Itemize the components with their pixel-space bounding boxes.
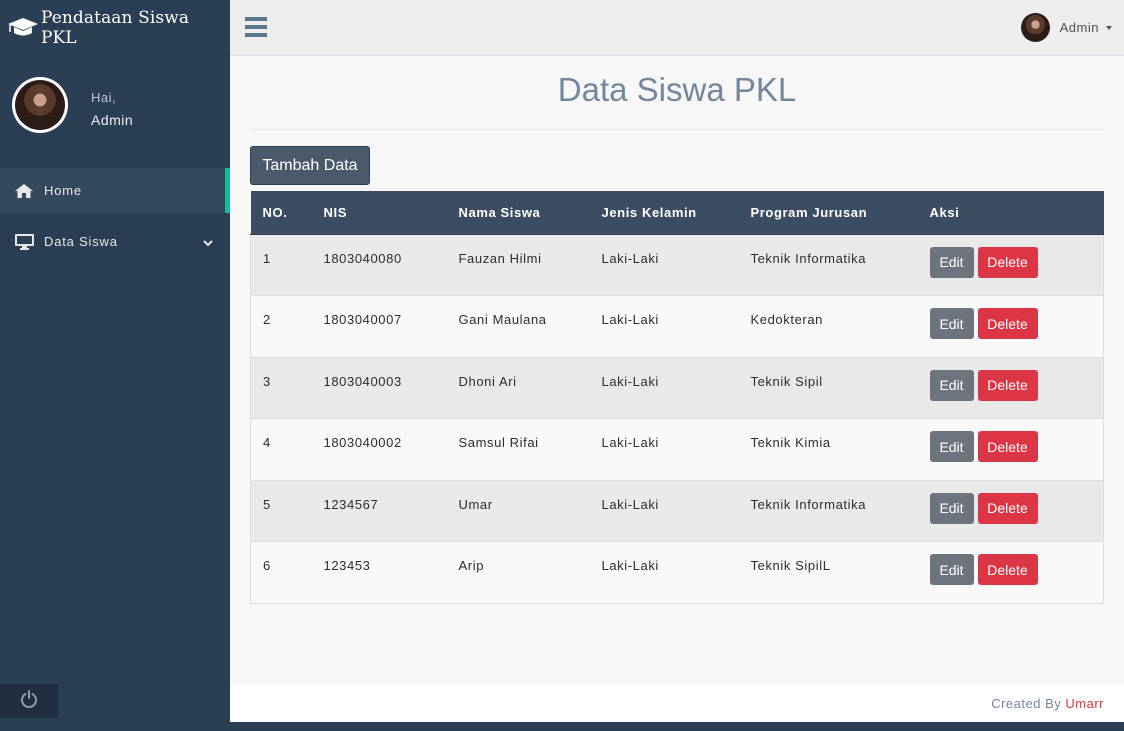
footer-prefix: Created By bbox=[991, 696, 1062, 711]
footer-credit: Created By Umarr bbox=[991, 696, 1104, 711]
user-name: Admin bbox=[1059, 20, 1099, 35]
cell-nama: Umar bbox=[458, 496, 493, 512]
column-header: NO. bbox=[250, 191, 312, 235]
cell-no: 3 bbox=[263, 373, 271, 389]
edit-button[interactable]: Edit bbox=[929, 246, 974, 278]
cell-actions: Edit Delete bbox=[918, 357, 1104, 419]
column-header: NIS bbox=[311, 191, 447, 235]
cell-actions: Edit Delete bbox=[918, 419, 1104, 481]
cell-jurusan: Teknik Kimia bbox=[750, 435, 831, 450]
column-header: Aksi bbox=[917, 191, 1104, 235]
edit-button[interactable]: Edit bbox=[929, 308, 974, 339]
cell-no: 4 bbox=[263, 435, 271, 450]
cell-no: 5 bbox=[263, 496, 271, 512]
caret-down-icon bbox=[1106, 25, 1112, 30]
edit-button[interactable]: Edit bbox=[929, 369, 974, 401]
sidebar-item-home[interactable]: Home bbox=[0, 168, 230, 213]
menu-toggle-icon[interactable] bbox=[245, 17, 267, 37]
logout-button[interactable] bbox=[0, 684, 58, 718]
cell-nama: Dhoni Ari bbox=[458, 373, 517, 389]
sidebar-item-label: Data Siswa bbox=[44, 234, 118, 249]
cell-actions: Edit Delete bbox=[918, 542, 1104, 604]
table-header-row: NO. NIS Nama Siswa Jenis Kelamin Program… bbox=[250, 191, 1104, 235]
app-title: Pendataan Siswa PKL bbox=[40, 8, 190, 48]
cell-no: 1 bbox=[263, 250, 271, 266]
cell-jurusan: Teknik Informatika bbox=[750, 250, 867, 266]
brand[interactable]: Pendataan Siswa PKL bbox=[0, 0, 230, 56]
cell-nis: 1803040080 bbox=[323, 250, 402, 266]
delete-button[interactable]: Delete bbox=[977, 492, 1038, 524]
column-header: Nama Siswa bbox=[446, 191, 590, 235]
column-header: Program Jurusan bbox=[738, 191, 918, 235]
main-content: Data Siswa PKL Tambah Data NO. NIS Nama … bbox=[230, 56, 1124, 683]
cell-nis: 1803040007 bbox=[323, 312, 402, 327]
cell-actions: Edit Delete bbox=[918, 234, 1104, 296]
cell-no: 6 bbox=[263, 558, 271, 573]
cell-nama: Fauzan Hilmi bbox=[458, 250, 542, 266]
page-title: Data Siswa PKL bbox=[557, 71, 797, 108]
delete-button[interactable]: Delete bbox=[977, 369, 1038, 401]
delete-button[interactable]: Delete bbox=[977, 308, 1038, 339]
table-body: 1 1803040080 Fauzan Hilmi Laki-Laki Teknik I… bbox=[250, 234, 1104, 604]
delete-button[interactable]: Delete bbox=[977, 246, 1038, 278]
desktop-icon bbox=[15, 233, 35, 250]
add-data-button[interactable]: Tambah Data bbox=[250, 146, 370, 185]
edit-button[interactable]: Edit bbox=[929, 554, 974, 585]
avatar bbox=[12, 77, 68, 133]
delete-button[interactable]: Delete bbox=[977, 431, 1038, 462]
user-menu[interactable]: Admin bbox=[1020, 13, 1112, 42]
cell-jk: Laki-Laki bbox=[601, 496, 659, 512]
greeting-text: Hai, bbox=[91, 90, 117, 105]
cell-jurusan: Teknik Informatika bbox=[750, 496, 867, 512]
edit-button[interactable]: Edit bbox=[929, 431, 974, 462]
top-navbar: Admin bbox=[230, 0, 1124, 56]
table-row: 5 1234567 Umar Laki-Laki Teknik Informatika E… bbox=[250, 480, 1104, 542]
cell-actions: Edit Delete bbox=[918, 296, 1104, 358]
table-row: 4 1803040002 Samsul Rifai Laki-Laki Teknik K… bbox=[250, 418, 1104, 481]
cell-nis: 123453 bbox=[323, 558, 371, 573]
column-header: Jenis Kelamin bbox=[589, 191, 739, 235]
home-icon bbox=[15, 183, 35, 199]
sidebar-item-label: Home bbox=[44, 183, 82, 198]
cell-actions: Edit Delete bbox=[918, 480, 1104, 542]
footer: Created By Umarr bbox=[230, 683, 1124, 722]
cell-jk: Laki-Laki bbox=[601, 373, 659, 389]
profile-name: Admin bbox=[91, 112, 134, 128]
divider bbox=[250, 129, 1104, 130]
cell-nama: Arip bbox=[458, 558, 485, 573]
graduation-cap-icon bbox=[7, 16, 41, 40]
profile: Hai, Admin bbox=[12, 77, 222, 137]
cell-jk: Laki-Laki bbox=[601, 250, 659, 266]
cell-jurusan: Teknik Sipil bbox=[750, 373, 823, 389]
edit-button[interactable]: Edit bbox=[929, 492, 974, 524]
sidebar-item-data-siswa[interactable]: Data Siswa bbox=[0, 219, 230, 264]
power-icon bbox=[20, 689, 38, 713]
table-row: 1 1803040080 Fauzan Hilmi Laki-Laki Teknik I… bbox=[250, 234, 1104, 296]
chevron-down-icon bbox=[203, 235, 213, 250]
delete-button[interactable]: Delete bbox=[977, 554, 1038, 585]
cell-nama: Samsul Rifai bbox=[458, 435, 539, 450]
cell-jk: Laki-Laki bbox=[601, 558, 659, 573]
cell-jurusan: Kedokteran bbox=[750, 312, 823, 327]
students-table: NO. NIS Nama Siswa Jenis Kelamin Program… bbox=[250, 191, 1104, 604]
avatar bbox=[1020, 13, 1050, 42]
table-row: 6 123453 Arip Laki-Laki Teknik SipilL Edit Del… bbox=[250, 541, 1104, 604]
sidebar-nav: Home Data Siswa bbox=[0, 168, 230, 264]
table-row: 2 1803040007 Gani Maulana Laki-Laki Kedokter… bbox=[250, 295, 1104, 358]
cell-nis: 1803040003 bbox=[323, 373, 402, 389]
cell-jurusan: Teknik SipilL bbox=[750, 558, 831, 573]
cell-jk: Laki-Laki bbox=[601, 435, 659, 450]
sidebar: Pendataan Siswa PKL Hai, Admin Home Data… bbox=[0, 0, 230, 731]
cell-nama: Gani Maulana bbox=[458, 312, 547, 327]
cell-nis: 1803040002 bbox=[323, 435, 402, 450]
table-row: 3 1803040003 Dhoni Ari Laki-Laki Teknik Sipi… bbox=[250, 357, 1104, 419]
cell-jk: Laki-Laki bbox=[601, 312, 659, 327]
cell-nis: 1234567 bbox=[323, 496, 379, 512]
footer-author[interactable]: Umarr bbox=[1065, 696, 1104, 711]
cell-no: 2 bbox=[263, 312, 271, 327]
